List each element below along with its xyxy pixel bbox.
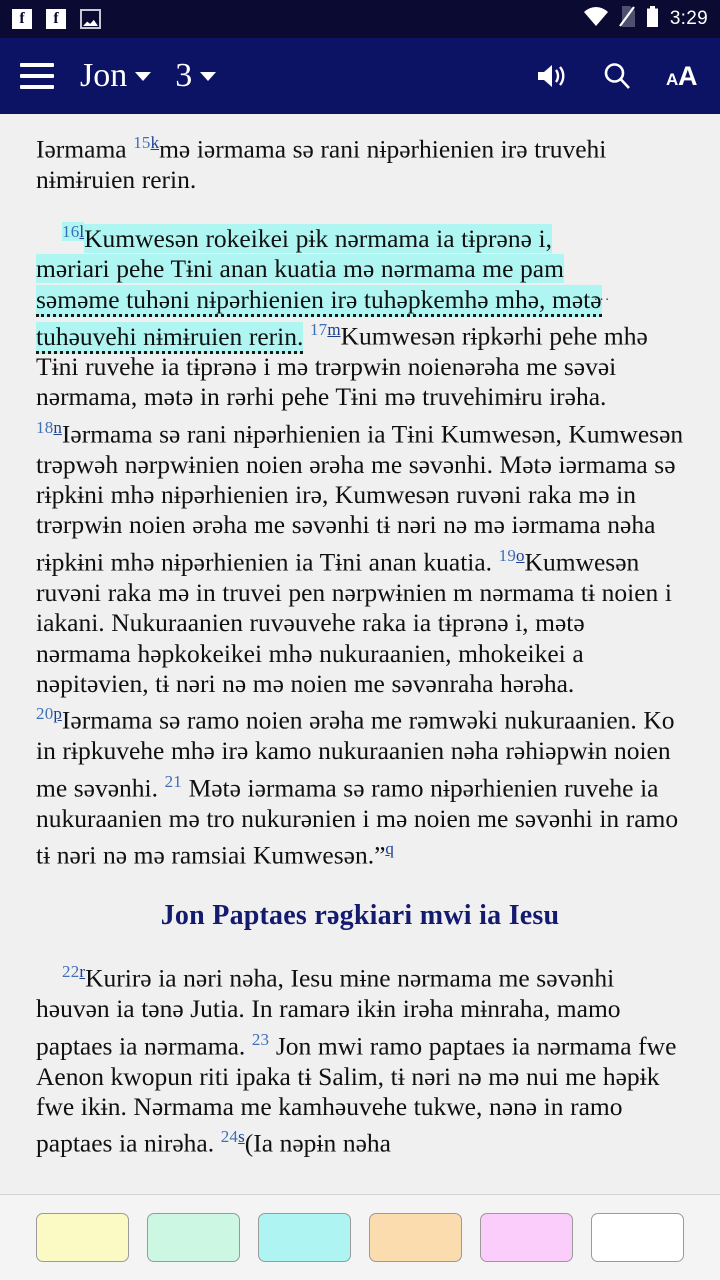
footnote-marker-m[interactable]: m <box>327 320 340 339</box>
highlight-swatch-orange[interactable] <box>369 1213 462 1262</box>
verse-number-22[interactable]: 22 <box>62 962 79 981</box>
wifi-icon <box>583 7 608 31</box>
screenshot-image-icon <box>80 9 101 29</box>
highlight-swatch-yellow[interactable] <box>36 1213 129 1262</box>
paragraph-verses-20-21: 20pIərmama sə ramo noien ərəha me rəmwək… <box>36 699 684 871</box>
highlight-swatch-green[interactable] <box>147 1213 240 1262</box>
book-selector[interactable]: Jon <box>80 57 152 95</box>
book-label: Jon <box>80 57 128 94</box>
highlight-color-palette <box>0 1194 720 1280</box>
paragraph-verses-16-19: 16lKumwesən rokeikei pɨk nərmama ia tɨpr… <box>36 217 684 699</box>
verse-number-18[interactable]: 18 <box>36 418 53 437</box>
chevron-down-icon-2 <box>200 72 217 81</box>
footnote-marker-s[interactable]: s <box>238 1127 245 1146</box>
status-bar: f f 3:29 <box>0 0 720 38</box>
content-fade-overlay <box>0 1178 720 1194</box>
highlighted-selection-line-2[interactable]: məriari pehe Tɨni anan kuatia mə nərmama… <box>36 254 564 284</box>
status-bar-clock: 3:29 <box>669 8 708 29</box>
audio-icon[interactable] <box>536 62 568 90</box>
chapter-label: 3 <box>175 57 193 94</box>
footnote-marker-p[interactable]: p <box>53 704 62 723</box>
status-bar-right-icons: 3:29 <box>583 6 708 32</box>
verse-number-23[interactable]: 23 <box>252 1030 269 1049</box>
highlight-swatch-pink[interactable] <box>480 1213 573 1262</box>
verse-number-16[interactable]: 16 <box>62 222 80 242</box>
search-icon[interactable] <box>602 61 632 91</box>
highlighted-selection-line-3[interactable]: səməme tuhəni nɨpərhienien irə tuhəpkemh… <box>36 284 602 317</box>
verse-number-15[interactable]: 15 <box>133 133 150 152</box>
status-bar-left-icons: f f <box>12 9 101 29</box>
sim-card-missing-icon <box>618 6 635 32</box>
paragraph-verse-15: Iərmama 15kmə iərmama sə rani nɨpərhieni… <box>36 128 684 195</box>
verse-number-20[interactable]: 20 <box>36 704 53 723</box>
chevron-down-icon <box>135 72 152 81</box>
verse-number-19[interactable]: 19 <box>499 546 516 565</box>
verse-24-text: (Ia nəpɨn nəha <box>244 1128 391 1158</box>
verse-15-lead-text: Iərmama <box>36 134 134 164</box>
verse-number-21[interactable]: 21 <box>165 772 182 791</box>
footnote-marker-q[interactable]: q <box>385 839 394 858</box>
highlighted-selection-line-1[interactable]: Kumwesən rokeikei pɨk nərmama ia tɨprənə… <box>84 223 552 253</box>
highlight-swatch-cyan[interactable] <box>258 1213 351 1262</box>
section-heading: Jon Paptaes rəgkiari mwi ia Iesu <box>160 899 560 931</box>
toolbar-actions: A A <box>536 61 700 91</box>
footnote-marker-n[interactable]: n <box>53 418 62 437</box>
highlighted-selection-line-4[interactable]: tuhəuvehi nɨmɨruien rerin. <box>36 321 304 354</box>
highlight-swatch-none[interactable] <box>591 1213 684 1262</box>
verse-number-24[interactable]: 24 <box>221 1127 238 1146</box>
svg-text:A: A <box>678 61 698 91</box>
svg-text:A: A <box>666 70 678 89</box>
text-size-icon[interactable]: A A <box>666 61 700 91</box>
chapter-selector[interactable]: 3 <box>175 57 217 95</box>
footnote-marker-o[interactable]: o <box>516 546 525 565</box>
scripture-content[interactable]: Iərmama 15kmə iərmama sə rani nɨpərhieni… <box>0 114 720 1194</box>
facebook-notification-icon: f <box>12 9 32 29</box>
verse-number-17[interactable]: 17 <box>310 320 327 339</box>
battery-icon <box>646 6 659 32</box>
paragraph-verses-22-24: 22rKurirə ia nəri nəha, Iesu mɨne nərmam… <box>36 957 684 1159</box>
footnote-marker-k[interactable]: k <box>151 133 160 152</box>
facebook-notification-icon-2: f <box>46 9 66 29</box>
menu-icon[interactable] <box>20 63 54 89</box>
app-toolbar: Jon 3 A A <box>0 38 720 114</box>
